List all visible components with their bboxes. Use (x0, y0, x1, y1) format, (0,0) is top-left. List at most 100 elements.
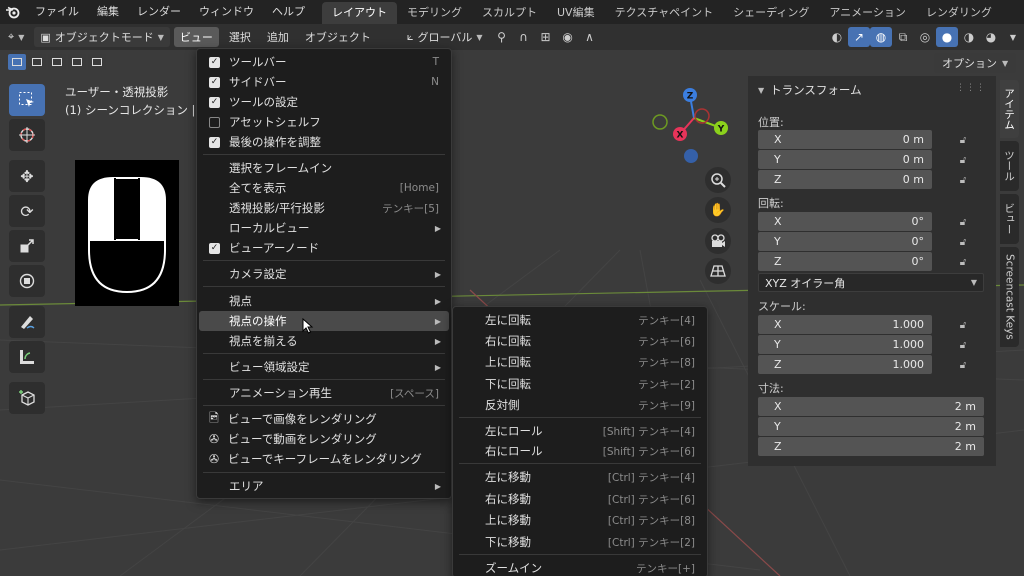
scale-y-field[interactable]: Y 1.000 (758, 335, 932, 354)
menu-item-roll-right[interactable]: 右にロール [Shift] テンキー[6] (455, 441, 705, 461)
menu-item-local-view[interactable]: ローカルビュー ▶ (199, 218, 449, 238)
menu-item-frame-all[interactable]: 全てを表示 [Home] (199, 178, 449, 198)
menu-item-pan-left[interactable]: 左に移動 [Ctrl] テンキー[4] (455, 467, 705, 487)
menu-item-sidebar[interactable]: ✓ サイドバー N (199, 72, 449, 92)
menu-item-orbit-down[interactable]: 下に回転 テンキー[2] (455, 374, 705, 394)
tab-layout[interactable]: レイアウト (322, 2, 397, 24)
cursor-icon[interactable] (9, 119, 45, 151)
select-new-icon[interactable] (8, 54, 26, 70)
select-intersect-icon[interactable] (88, 54, 106, 70)
menu-item-cameras[interactable]: カメラ設定 ▶ (199, 264, 449, 284)
menu-item-orbit-up[interactable]: 上に回転 テンキー[8] (455, 352, 705, 372)
menu-item-viewport-render-animation[interactable]: ✇ ビューで動画をレンダリング (199, 429, 449, 449)
tab-sculpt[interactable]: スカルプト (472, 2, 547, 24)
rotation-y-field[interactable]: Y 0° (758, 232, 932, 251)
rotation-mode-dropdown[interactable]: XYZ オイラー角 ▼ (758, 273, 984, 292)
snap-target-icon[interactable]: ⊞ (535, 27, 557, 47)
menu-item-viewer-node[interactable]: ✓ ビューアーノード (199, 238, 449, 258)
camera-icon[interactable] (705, 228, 731, 254)
menu-help[interactable]: ヘルプ (263, 0, 314, 24)
menu-item-align-view[interactable]: 視点を揃える ▶ (199, 331, 449, 351)
dimensions-y-field[interactable]: Y 2 m (758, 417, 984, 436)
xray-icon[interactable]: ⧉ (892, 27, 914, 47)
measure-icon[interactable] (9, 341, 45, 373)
tab-tool[interactable]: ツール (1000, 141, 1019, 191)
overlay-toggle-icon[interactable]: ◍ (870, 27, 892, 47)
menu-object[interactable]: オブジェクト (299, 27, 377, 47)
menu-edit[interactable]: 編集 (88, 0, 128, 24)
select-invert-icon[interactable] (68, 54, 86, 70)
pivot-icon[interactable]: ⚲ (491, 27, 513, 47)
scale-icon[interactable] (9, 230, 45, 262)
tab-screencast-keys[interactable]: Screencast Keys (1000, 247, 1019, 347)
menu-item-view-regions[interactable]: ビュー領域設定 ▶ (199, 357, 449, 377)
move-icon[interactable]: ✥ (9, 160, 45, 192)
select-extend-icon[interactable] (28, 54, 46, 70)
menu-item-pan-right[interactable]: 右に移動 [Ctrl] テンキー[6] (455, 489, 705, 509)
menu-item-asset-shelf[interactable]: アセットシェルフ (199, 112, 449, 132)
menu-item-orbit-left[interactable]: 左に回転 テンキー[4] (455, 310, 705, 330)
rendered-shading-icon[interactable]: ◕ (980, 27, 1002, 47)
location-z-field[interactable]: Z 0 m (758, 170, 932, 189)
falloff-icon[interactable]: ∧ (579, 27, 601, 47)
select-subtract-icon[interactable] (48, 54, 66, 70)
add-cube-icon[interactable] (9, 382, 45, 414)
dimensions-z-field[interactable]: Z 2 m (758, 437, 984, 456)
drag-handle-icon[interactable]: ⋮⋮⋮ (956, 83, 986, 93)
location-x-field[interactable]: X 0 m (758, 130, 932, 149)
lock-icon[interactable]: 🔓︎ (956, 215, 970, 229)
menu-item-frame-selected[interactable]: 選択をフレームイン (199, 158, 449, 178)
tab-shading[interactable]: シェーディング (723, 2, 819, 24)
dimensions-x-field[interactable]: X 2 m (758, 397, 984, 416)
select-box-icon[interactable] (9, 84, 45, 116)
transform-orientation-dropdown[interactable]: ⟀ グローバル ▼ (401, 27, 489, 47)
visibility-icon[interactable]: ◐ (826, 27, 848, 47)
menu-item-play-animation[interactable]: アニメーション再生 [スペース] (199, 383, 449, 403)
snap-icon[interactable]: ∩ (513, 27, 535, 47)
lock-icon[interactable]: 🔓︎ (956, 318, 970, 332)
scale-z-field[interactable]: Z 1.000 (758, 355, 932, 374)
menu-item-viewport-render-keyframes[interactable]: ✇ ビューでキーフレームをレンダリング (199, 449, 449, 469)
menu-file[interactable]: ファイル (26, 0, 88, 24)
menu-render[interactable]: レンダー (128, 0, 190, 24)
menu-item-orbit-opposite[interactable]: 反対側 テンキー[9] (455, 395, 705, 415)
options-dropdown[interactable]: オプション ▼ (934, 53, 1017, 73)
lock-icon[interactable]: 🔓︎ (956, 358, 970, 372)
blender-logo-icon[interactable] (0, 0, 26, 24)
menu-item-zoom-in[interactable]: ズームイン テンキー[+] (455, 558, 705, 576)
annotate-icon[interactable] (9, 306, 45, 338)
menu-item-toolbar[interactable]: ✓ ツールバー T (199, 52, 449, 72)
menu-item-tool-settings[interactable]: ✓ ツールの設定 (199, 92, 449, 112)
transform-panel-header[interactable]: ▼ トランスフォーム (758, 82, 862, 98)
lock-icon[interactable]: 🔓︎ (956, 173, 970, 187)
lock-icon[interactable]: 🔓︎ (956, 338, 970, 352)
lock-icon[interactable]: 🔓︎ (956, 255, 970, 269)
menu-view[interactable]: ビュー (173, 27, 219, 47)
wireframe-shading-icon[interactable]: ◎ (914, 27, 936, 47)
chevron-down-icon[interactable]: ▼ (1002, 27, 1024, 47)
tab-modeling[interactable]: モデリング (397, 2, 472, 24)
scale-x-field[interactable]: X 1.000 (758, 315, 932, 334)
menu-item-roll-left[interactable]: 左にロール [Shift] テンキー[4] (455, 421, 705, 441)
tab-view[interactable]: ビュー (1000, 194, 1019, 244)
grid-icon[interactable] (705, 258, 731, 284)
menu-select[interactable]: 選択 (223, 27, 257, 47)
tab-animation[interactable]: アニメーション (819, 2, 916, 24)
menu-add[interactable]: 追加 (261, 27, 295, 47)
rotation-z-field[interactable]: Z 0° (758, 252, 932, 271)
tab-uv-editing[interactable]: UV編集 (547, 2, 605, 24)
hand-icon[interactable]: ✋ (705, 197, 731, 223)
menu-item-perspective-orthographic[interactable]: 透視投影/平行投影 テンキー[5] (199, 198, 449, 218)
lock-icon[interactable]: 🔓︎ (956, 133, 970, 147)
tab-texture-paint[interactable]: テクスチャペイント (605, 2, 724, 24)
rotation-x-field[interactable]: X 0° (758, 212, 932, 231)
proportional-edit-icon[interactable]: ◉ (557, 27, 579, 47)
material-shading-icon[interactable]: ◑ (958, 27, 980, 47)
menu-item-pan-down[interactable]: 下に移動 [Ctrl] テンキー[2] (455, 532, 705, 552)
transform-icon[interactable] (9, 265, 45, 297)
menu-item-area[interactable]: エリア ▶ (199, 476, 449, 496)
menu-item-navigation[interactable]: 視点の操作 ▶ (199, 311, 449, 331)
menu-item-orbit-right[interactable]: 右に回転 テンキー[6] (455, 331, 705, 351)
solid-shading-icon[interactable]: ● (936, 27, 958, 47)
menu-window[interactable]: ウィンドウ (190, 0, 263, 24)
